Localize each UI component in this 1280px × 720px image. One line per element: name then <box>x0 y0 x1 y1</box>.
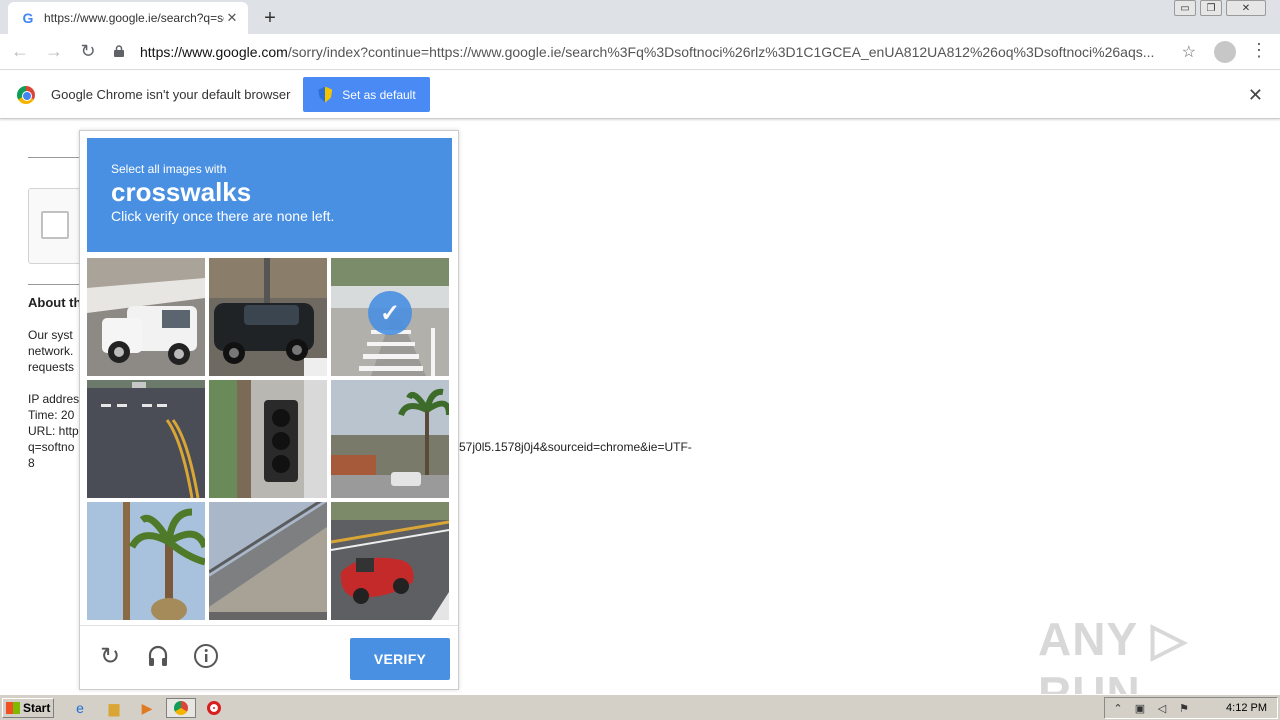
opera-logo-icon <box>207 701 221 715</box>
chrome-menu-icon[interactable]: ⋮ <box>1250 40 1268 61</box>
recaptcha-checkbox[interactable] <box>41 211 69 239</box>
window-controls: ▭ ❐ ✕ <box>1174 0 1266 16</box>
reload-challenge-icon[interactable]: ↻ <box>96 642 124 670</box>
profile-avatar-icon[interactable] <box>1214 41 1236 63</box>
start-label: Start <box>23 700 51 715</box>
infobar-message: Google Chrome isn't your default browser <box>51 87 291 102</box>
challenge-footer: ↻ VERIFY <box>80 625 458 689</box>
selected-check-icon: ✓ <box>368 291 412 335</box>
infobar-close-icon[interactable]: ✕ <box>1248 85 1263 106</box>
tile-black-suv[interactable] <box>209 258 327 376</box>
system-tray: ⌃ ▣ ◁ ⚑ 4:12 PM <box>1104 697 1278 719</box>
chrome-icon <box>174 701 188 715</box>
explanation-paragraph: Our syst network. requests <box>28 327 84 375</box>
forward-button[interactable]: → <box>40 38 68 66</box>
info-icon[interactable] <box>192 642 220 670</box>
tile-red-convertible[interactable] <box>331 502 449 620</box>
action-center-flag-icon[interactable]: ⚑ <box>1175 702 1193 715</box>
browser-tab[interactable]: G https://www.google.ie/search?q=softnoc… <box>8 2 248 34</box>
instruction-hint: Click verify once there are none left. <box>111 208 335 224</box>
new-tab-button[interactable]: + <box>258 6 282 30</box>
reload-button[interactable]: ↻ <box>74 38 102 66</box>
network-icon[interactable]: ▣ <box>1131 702 1149 715</box>
tile-crosswalk-road[interactable]: ✓ <box>331 258 449 376</box>
tab-strip: G https://www.google.ie/search?q=softnoc… <box>0 0 1280 34</box>
tile-palm-tree[interactable] <box>87 502 205 620</box>
lock-icon <box>114 44 132 60</box>
recaptcha-challenge: Select all images with crosswalks Click … <box>79 130 459 690</box>
file-explorer-icon[interactable]: ▆ <box>104 698 124 718</box>
default-browser-infobar: Google Chrome isn't your default browser… <box>0 71 1280 119</box>
tray-expand-icon[interactable]: ⌃ <box>1109 702 1127 715</box>
windows-taskbar: Start e ▆ ▶ ⌃ ▣ ◁ ⚑ 4:12 PM <box>0 694 1280 720</box>
tab-title: https://www.google.ie/search?q=softnoci <box>44 11 224 25</box>
about-heading: About th <box>28 295 82 310</box>
tile-palm-street[interactable] <box>331 380 449 498</box>
clock[interactable]: 4:12 PM <box>1226 702 1267 714</box>
window-close-button[interactable]: ✕ <box>1226 0 1266 16</box>
paragraph-line: Our syst <box>28 328 73 342</box>
opera-icon[interactable] <box>204 698 224 718</box>
detail-line: Time: 20 <box>28 408 75 422</box>
restore-button[interactable]: ❐ <box>1200 0 1222 16</box>
internet-explorer-icon[interactable]: e <box>70 698 90 718</box>
google-favicon-icon: G <box>22 10 34 26</box>
bookmark-star-icon[interactable]: ☆ <box>1182 42 1196 62</box>
detail-line: URL: http <box>28 424 79 438</box>
tile-overpass[interactable] <box>209 502 327 620</box>
tile-traffic-light[interactable] <box>209 380 327 498</box>
challenge-header: Select all images with crosswalks Click … <box>87 138 452 252</box>
browser-toolbar: ← → ↻ https://www.google.com/sorry/index… <box>0 34 1280 70</box>
back-button[interactable]: ← <box>6 38 34 66</box>
audio-challenge-icon[interactable] <box>144 642 172 670</box>
request-url-tail: 57j0l5.1578j0j4&sourceid=chrome&ie=UTF- <box>459 440 692 454</box>
volume-icon[interactable]: ◁ <box>1153 702 1171 715</box>
set-as-default-button[interactable]: Set as default <box>303 77 431 112</box>
uac-shield-icon <box>318 86 333 103</box>
detail-line: IP addres <box>28 392 80 406</box>
detail-line: 8 <box>28 456 35 470</box>
tab-close-icon[interactable]: ✕ <box>224 10 240 26</box>
request-details: IP addres Time: 20 URL: http q=softno 8 <box>28 391 84 471</box>
instruction-text: Select all images with <box>111 162 227 176</box>
start-button[interactable]: Start <box>2 697 54 718</box>
address-bar[interactable]: https://www.google.com/sorry/index?conti… <box>108 38 1202 66</box>
image-grid: ✓ <box>87 258 453 624</box>
url-host: https://www.google.com <box>140 44 288 60</box>
chrome-logo-icon <box>17 85 35 104</box>
url-path: /sorry/index?continue=https://www.google… <box>287 44 1155 60</box>
minimize-button[interactable]: ▭ <box>1174 0 1196 16</box>
url-text: https://www.google.com/sorry/index?conti… <box>140 44 1170 60</box>
windows-flag-icon <box>6 701 20 714</box>
verify-button[interactable]: VERIFY <box>350 638 450 680</box>
paragraph-line: requests <box>28 360 75 374</box>
challenge-target: crosswalks <box>111 177 252 207</box>
tile-intersection-road[interactable] <box>87 380 205 498</box>
paragraph-line: network. <box>28 344 74 358</box>
media-player-icon[interactable]: ▶ <box>137 698 157 718</box>
chrome-taskbar-icon[interactable] <box>166 698 196 718</box>
tile-white-truck[interactable] <box>87 258 205 376</box>
set-as-default-label: Set as default <box>342 87 416 102</box>
detail-line: q=softno <box>28 440 75 454</box>
